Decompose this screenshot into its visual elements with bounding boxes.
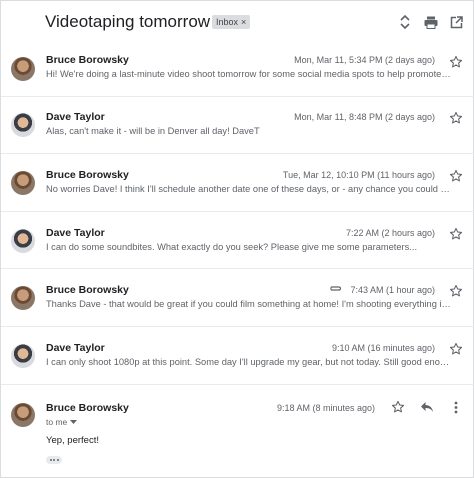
message-snippet: Hi! We're doing a last-minute video shoo…	[46, 69, 451, 79]
recipient-text: to me	[46, 417, 68, 427]
message-date: Mon, Mar 11, 5:34 PM (2 days ago)	[294, 55, 435, 65]
avatar	[11, 57, 35, 81]
message-snippet: Alas, can't make it - will be in Denver …	[46, 126, 260, 136]
message-snippet: No worries Dave! I think I'll schedule a…	[46, 184, 451, 194]
star-icon[interactable]	[449, 342, 463, 356]
sender-name: Dave Taylor	[46, 227, 105, 239]
star-icon[interactable]	[449, 55, 463, 69]
message-row[interactable]: Bruce Borowsky Mon, Mar 11, 5:34 PM (2 d…	[1, 45, 474, 97]
print-icon[interactable]	[422, 13, 440, 31]
label-text: Inbox	[216, 17, 239, 27]
message-row[interactable]: Dave Taylor Mon, Mar 11, 8:48 PM (2 days…	[1, 97, 474, 154]
thread-header: Videotaping tomorrow Inbox ×	[1, 1, 474, 45]
message-snippet: Thanks Dave - that would be great if you…	[46, 299, 451, 309]
message-row[interactable]: Dave Taylor 7:22 AM (2 hours ago) I can …	[1, 212, 474, 269]
message-snippet: I can only shoot 1080p at this point. So…	[46, 357, 451, 367]
star-icon[interactable]	[391, 400, 405, 414]
inbox-label-chip[interactable]: Inbox ×	[212, 15, 251, 29]
open-in-new-window-icon[interactable]	[447, 13, 465, 31]
more-vert-icon[interactable]	[449, 400, 463, 414]
star-icon[interactable]	[449, 169, 463, 183]
message-date: Tue, Mar 12, 10:10 PM (11 hours ago)	[282, 170, 435, 180]
message-body: Yep, perfect!	[46, 435, 99, 446]
avatar	[11, 286, 35, 310]
sender-name: Bruce Borowsky	[46, 54, 129, 66]
avatar	[11, 403, 35, 427]
avatar	[11, 229, 35, 253]
message-date: 9:10 AM (16 minutes ago)	[331, 343, 435, 353]
message-row[interactable]: Dave Taylor 9:10 AM (16 minutes ago) I c…	[1, 327, 474, 385]
remove-label-icon[interactable]: ×	[241, 17, 246, 27]
recipient-details-toggle[interactable]: to me	[46, 417, 78, 427]
thread-subject: Videotaping tomorrow	[45, 12, 211, 31]
star-icon[interactable]	[449, 284, 463, 298]
chevron-down-icon	[70, 420, 78, 424]
paperclip-icon	[330, 286, 342, 291]
message-date: Mon, Mar 11, 8:48 PM (2 days ago)	[294, 112, 435, 122]
reply-icon[interactable]	[420, 400, 434, 414]
avatar	[11, 113, 35, 137]
show-trimmed-content-button[interactable]	[46, 456, 62, 464]
sender-name: Bruce Borowsky	[46, 284, 129, 296]
message-row[interactable]: Bruce Borowsky 7:43 AM (1 hour ago) Than…	[1, 269, 474, 327]
expand-collapse-icon[interactable]	[396, 13, 414, 31]
message-date: 9:18 AM (8 minutes ago)	[276, 403, 375, 413]
sender-name: Dave Taylor	[46, 111, 105, 123]
avatar	[11, 171, 35, 195]
message-date: 7:43 AM (1 hour ago)	[350, 285, 435, 295]
message-row[interactable]: Bruce Borowsky Tue, Mar 12, 10:10 PM (11…	[1, 154, 474, 212]
message-snippet: I can do some soundbites. What exactly d…	[46, 242, 418, 252]
email-thread-view: Videotaping tomorrow Inbox × Bruce Borow…	[0, 0, 474, 478]
sender-name: Bruce Borowsky	[46, 402, 129, 414]
avatar	[11, 344, 35, 368]
star-icon[interactable]	[449, 111, 463, 125]
sender-name: Bruce Borowsky	[46, 169, 129, 181]
star-icon[interactable]	[449, 227, 463, 241]
sender-name: Dave Taylor	[46, 342, 105, 354]
message-date: 7:22 AM (2 hours ago)	[345, 228, 435, 238]
